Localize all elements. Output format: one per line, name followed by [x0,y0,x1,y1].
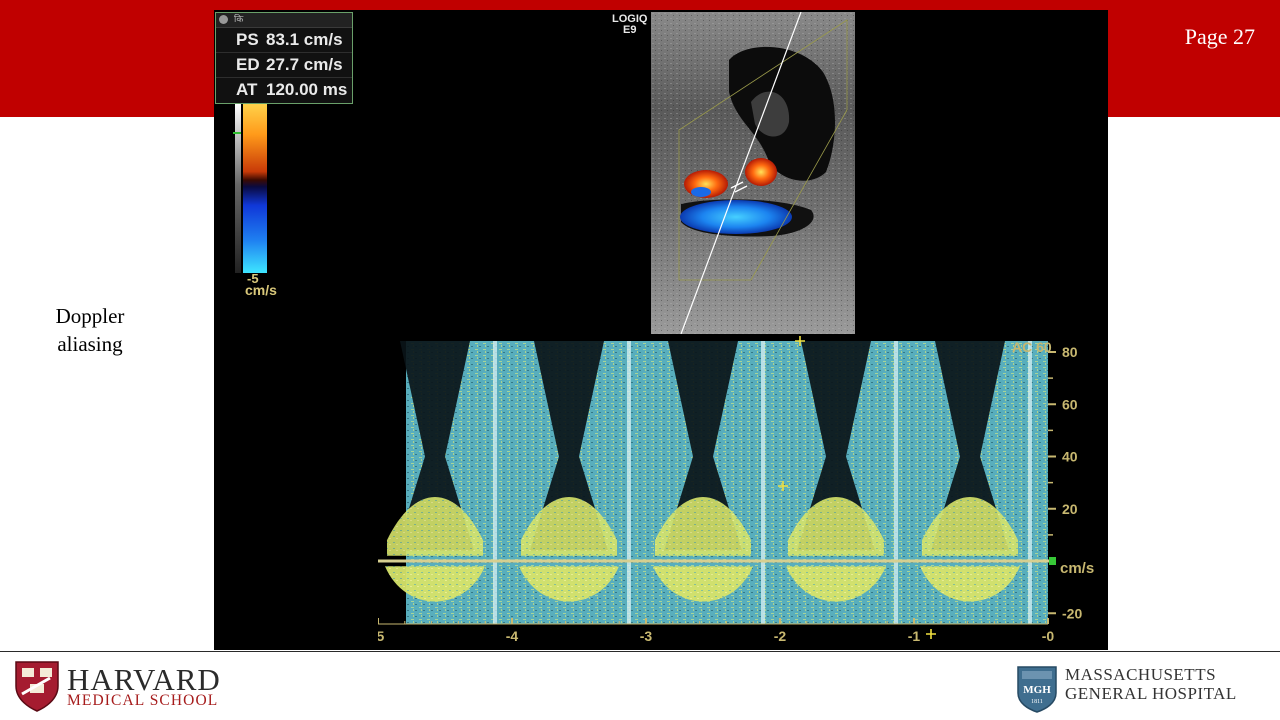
ultrasound-image: कि PS 83.1 cm/s ED 27.7 cm/s AT 120.00 m… [214,10,1108,650]
spectral-waveforms [385,341,1048,624]
color-flow-red-right [745,158,777,186]
caption-line-2: aliasing [57,332,123,356]
color-scale-unit: cm/s [245,282,277,298]
device-label: LOGIQ E9 [612,14,647,36]
measurement-label: PS [236,30,259,49]
y-tick-label: 80 [1062,344,1078,360]
baseline-marker [1049,557,1056,565]
color-velocity-scale [243,104,267,273]
x-tick-label: -3 [640,628,653,644]
measurement-panel-header: कि [216,13,352,28]
x-tick-label: -4 [506,628,519,644]
mgh-seal-text: MGH [1023,684,1051,696]
device-version: E9 [622,24,637,36]
measurement-value: 27.7 cm/s [266,55,343,74]
mgh-title-line1: MASSACHUSETTS [1065,665,1217,684]
harvard-subtitle: MEDICAL SCHOOL [67,692,219,709]
record-icon [219,15,228,24]
caption-line-1: Doppler [55,304,125,328]
y-tick-label: 20 [1062,501,1078,517]
harvard-shield-logo [15,661,59,712]
measurement-value: 83.1 cm/s [266,30,343,49]
footer-divider [0,651,1280,652]
x-tick-label: -0 [1042,628,1055,644]
y-tick-label: -20 [1062,605,1082,621]
measurement-label: AT [236,80,258,99]
x-tick-label: -5 [378,628,384,644]
systolic-upstroke [493,341,497,624]
page-number: Page 27 [1184,24,1255,49]
measurement-panel: कि PS 83.1 cm/s ED 27.7 cm/s AT 120.00 m… [215,12,353,104]
mgh-seal-logo: MGH 1811 [1017,666,1057,713]
measurement-value: 120.00 ms [266,80,348,99]
panel-header-text: कि [234,15,244,25]
spectral-unit: cm/s [1060,560,1094,577]
slide-caption: Doppler aliasing [40,302,140,358]
measurement-row-at: AT 120.00 ms [216,78,352,102]
systolic-upstroke [761,341,765,624]
mgh-seal-year: 1811 [1031,699,1043,705]
x-tick-label: -1 [908,628,921,644]
bmode-color-image [651,12,855,334]
systolic-upstroke [627,341,631,624]
y-tick-label: 60 [1062,396,1078,412]
measurement-label: ED [236,55,260,74]
y-tick-label: 40 [1062,449,1078,465]
mgh-title-line2: GENERAL HOSPITAL [1065,684,1237,703]
color-flow-blue [680,200,792,234]
gray-scale-bar [235,104,241,273]
scale-marker [233,132,241,134]
systolic-upstroke [1028,341,1032,624]
spectral-doppler-trace: 80 60 40 20 -20 -5 -4 -3 -2 -1 -0 AC 60 cm/s [378,336,1108,650]
systolic-upstroke [894,341,898,624]
ac-label: AC 60 [1012,339,1052,355]
measurement-row-ed: ED 27.7 cm/s [216,53,352,78]
x-tick-label: -2 [774,628,787,644]
measurement-row-ps: PS 83.1 cm/s [216,28,352,53]
